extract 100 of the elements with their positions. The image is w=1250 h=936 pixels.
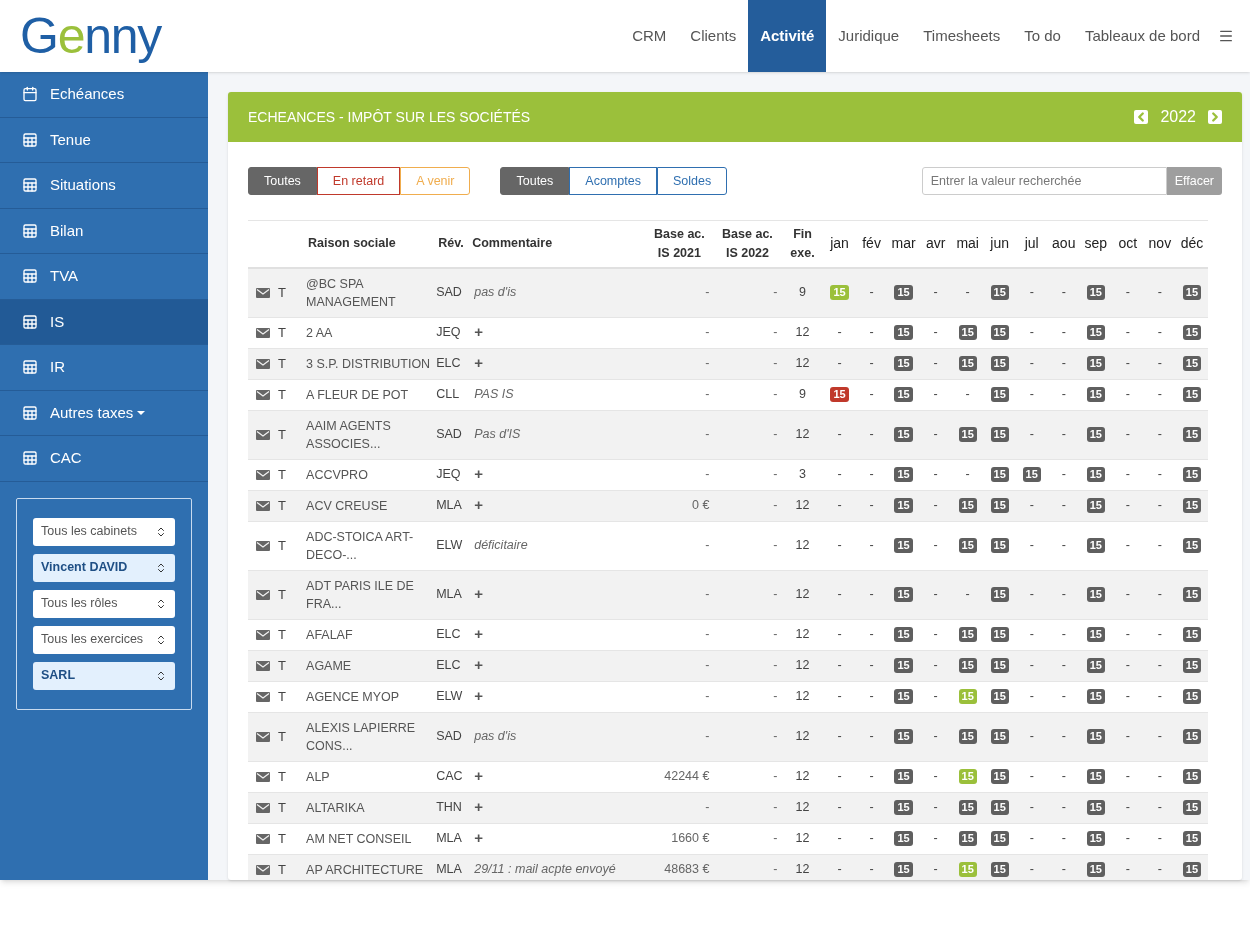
add-comment-link[interactable]: + (474, 798, 483, 816)
due-date-badge[interactable]: 15 (958, 325, 977, 341)
comment-text[interactable]: déficitaire (474, 538, 528, 553)
company-name[interactable]: ALP (306, 767, 437, 786)
due-date-badge[interactable]: 15 (1086, 498, 1105, 514)
due-date-badge[interactable]: 15 (990, 498, 1009, 514)
type-filter-button[interactable]: Soldes (656, 167, 728, 195)
due-date-badge[interactable]: 15 (958, 427, 977, 443)
due-date-badge[interactable]: 15 (1086, 285, 1105, 301)
due-date-badge[interactable]: 15 (894, 800, 913, 816)
due-date-badge[interactable]: 15 (958, 831, 977, 847)
envelope-icon[interactable] (256, 358, 270, 369)
comment-text[interactable]: pas d'is (474, 729, 517, 744)
filter-select[interactable]: Tous les exercices (33, 625, 175, 654)
company-name[interactable]: AP ARCHITECTURE (306, 860, 437, 879)
envelope-icon[interactable] (256, 771, 270, 782)
search-field[interactable]: Entrer la valeur recherchée (921, 167, 1167, 195)
nav-tab[interactable]: Timesheets (911, 0, 1013, 72)
company-name[interactable]: 2 AA (306, 323, 437, 342)
logo[interactable]: Genny (20, 11, 162, 61)
company-name[interactable]: ADT PARIS ILE DE FRA... (306, 576, 437, 613)
add-comment-link[interactable]: + (474, 496, 483, 514)
due-date-badge[interactable]: 15 (1086, 800, 1105, 816)
due-date-badge[interactable]: 15 (958, 800, 977, 816)
nav-tab[interactable]: Activité (748, 0, 827, 72)
due-date-badge[interactable]: 15 (894, 729, 913, 745)
due-date-badge[interactable]: 15 (894, 769, 913, 785)
due-date-badge[interactable]: 15 (990, 800, 1009, 816)
due-date-badge[interactable]: 15 (894, 325, 913, 341)
company-name[interactable]: ALTARIKA (306, 798, 437, 817)
type-filter-button[interactable]: Acomptes (569, 167, 657, 195)
due-date-badge[interactable]: 15 (1086, 769, 1105, 785)
due-date-badge[interactable]: 15 (1182, 325, 1202, 341)
envelope-icon[interactable] (256, 389, 270, 400)
due-date-badge[interactable]: 15 (1086, 467, 1105, 483)
due-date-badge[interactable]: 15 (1182, 831, 1202, 847)
filter-select[interactable]: Vincent DAVID (33, 553, 175, 582)
add-comment-link[interactable]: + (474, 687, 483, 705)
menu-icon[interactable] (1218, 28, 1234, 44)
add-comment-link[interactable]: + (474, 354, 483, 372)
due-date-badge[interactable]: 15 (1086, 325, 1105, 341)
due-date-badge[interactable]: 15 (894, 862, 913, 878)
due-date-badge[interactable]: 15 (1086, 831, 1105, 847)
due-date-badge[interactable]: 15 (958, 538, 977, 554)
add-comment-link[interactable]: + (474, 656, 483, 674)
envelope-icon[interactable] (256, 833, 270, 844)
due-date-badge[interactable]: 15 (990, 627, 1009, 643)
due-date-badge[interactable]: 15 (1086, 862, 1105, 878)
comment-text[interactable]: Pas d'IS (474, 427, 521, 442)
envelope-icon[interactable] (256, 660, 270, 671)
due-date-badge[interactable]: 15 (1086, 538, 1105, 554)
due-date-badge[interactable]: 15 (1182, 427, 1202, 443)
due-date-badge[interactable]: 15 (1182, 800, 1202, 816)
due-date-badge[interactable]: 15 (894, 285, 913, 301)
due-date-badge[interactable]: 15 (990, 587, 1009, 603)
due-date-badge[interactable]: 15 (1182, 356, 1202, 372)
company-name[interactable]: ACCVPRO (306, 465, 437, 484)
due-date-badge[interactable]: 15 (1182, 729, 1202, 745)
add-comment-link[interactable]: + (474, 585, 483, 603)
company-name[interactable]: ADC-STOICA ART-DECO-... (306, 527, 437, 564)
due-date-badge[interactable]: 15 (830, 387, 849, 403)
envelope-icon[interactable] (256, 540, 270, 551)
comment-text[interactable]: pas d'is (474, 285, 517, 300)
due-date-badge[interactable]: 15 (990, 467, 1009, 483)
filter-select[interactable]: Tous les rôles (33, 589, 175, 618)
nav-tab[interactable]: CRM (620, 0, 679, 72)
filter-select[interactable]: SARL (33, 661, 175, 690)
type-filter-button[interactable]: Toutes (500, 167, 570, 195)
due-date-badge[interactable]: 15 (894, 387, 913, 403)
due-date-badge[interactable]: 15 (990, 356, 1009, 372)
sidebar-item[interactable]: IS (0, 299, 208, 345)
company-name[interactable]: AGENCE MYOP (306, 687, 437, 706)
company-name[interactable]: @BC SPA MANAGEMENT (306, 274, 437, 311)
due-date-badge[interactable]: 15 (1182, 285, 1202, 301)
due-date-badge[interactable]: 15 (1022, 467, 1041, 483)
due-date-badge[interactable]: 15 (990, 658, 1009, 674)
nav-tab[interactable]: Juridique (826, 0, 912, 72)
due-date-badge[interactable]: 15 (958, 498, 977, 514)
due-date-badge[interactable]: 15 (958, 356, 977, 372)
due-date-badge[interactable]: 15 (1086, 427, 1105, 443)
due-date-badge[interactable]: 15 (1086, 729, 1105, 745)
envelope-icon[interactable] (256, 731, 270, 742)
due-date-badge[interactable]: 15 (1086, 627, 1105, 643)
due-date-badge[interactable]: 15 (894, 498, 913, 514)
nav-tab[interactable]: Clients (678, 0, 749, 72)
add-comment-link[interactable]: + (474, 829, 483, 847)
due-date-badge[interactable]: 15 (958, 729, 977, 745)
due-date-badge[interactable]: 15 (1086, 587, 1105, 603)
due-date-badge[interactable]: 15 (990, 689, 1009, 705)
envelope-icon[interactable] (256, 629, 270, 640)
due-date-badge[interactable]: 15 (894, 831, 913, 847)
company-name[interactable]: ALEXIS LAPIERRE CONS... (306, 718, 437, 755)
company-name[interactable]: AGAME (306, 656, 437, 675)
envelope-icon[interactable] (256, 864, 270, 875)
envelope-icon[interactable] (256, 429, 270, 440)
due-date-badge[interactable]: 15 (894, 356, 913, 372)
comment-text[interactable]: PAS IS (474, 387, 514, 402)
nav-tab[interactable]: Tableaux de bord (1072, 0, 1212, 72)
due-date-badge[interactable]: 15 (990, 325, 1009, 341)
due-date-badge[interactable]: 15 (1086, 387, 1105, 403)
